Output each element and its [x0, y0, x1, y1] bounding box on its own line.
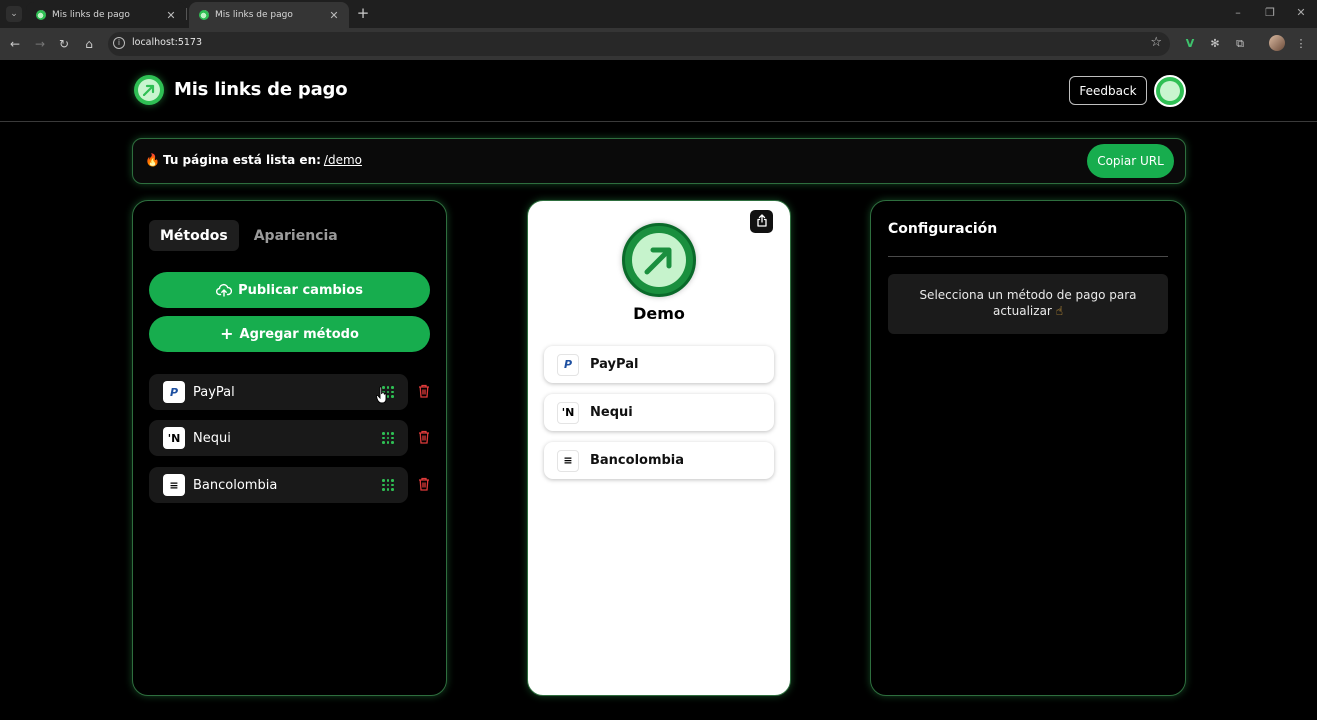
method-item-paypal[interactable]: P PayPal	[149, 374, 408, 410]
config-empty-state: Selecciona un método de pago para actual…	[888, 274, 1168, 334]
trash-icon[interactable]	[417, 477, 431, 493]
browser-tab-1[interactable]: Mis links de pago ✕	[26, 2, 186, 28]
address-bar[interactable]: i localhost:5173 ☆	[108, 32, 1170, 56]
new-tab-button[interactable]: +	[355, 5, 371, 21]
browser-tab-strip: ⌄ Mis links de pago ✕ Mis links de pago …	[0, 0, 1317, 28]
site-info-icon[interactable]: i	[113, 37, 125, 49]
trash-icon[interactable]	[417, 384, 431, 400]
arrow-icon	[143, 84, 155, 96]
hand-cursor-icon	[376, 386, 387, 404]
gear-extension-icon[interactable]: ✻	[1207, 36, 1223, 52]
restore-icon[interactable]: ❐	[1262, 6, 1278, 19]
bancolombia-icon: ≡	[557, 449, 579, 472]
tab-close-icon[interactable]: ✕	[164, 9, 178, 22]
panel-tabs: Métodos Apariencia	[149, 220, 349, 251]
config-panel: Configuración Selecciona un método de pa…	[870, 200, 1186, 696]
method-label: Bancolombia	[193, 477, 278, 493]
preview-method-paypal[interactable]: P PayPal	[544, 346, 774, 383]
kebab-menu-icon[interactable]: ⋮	[1293, 36, 1309, 52]
tab-close-icon[interactable]: ✕	[327, 9, 341, 22]
preview-method-bancolombia[interactable]: ≡ Bancolombia	[544, 442, 774, 479]
tab-title: Mis links de pago	[52, 10, 130, 20]
method-item-nequi[interactable]: 'N Nequi	[149, 420, 408, 456]
user-avatar[interactable]	[1154, 75, 1186, 107]
profile-preview: Demo P PayPal 'N Nequi ≡ Bancolombia	[527, 200, 791, 696]
preview-method-label: Bancolombia	[590, 453, 685, 468]
reload-icon[interactable]: ↻	[55, 35, 73, 53]
browser-tab-2[interactable]: Mis links de pago ✕	[189, 2, 349, 28]
add-method-button[interactable]: + Agregar método	[149, 316, 430, 352]
publish-label: Publicar cambios	[238, 282, 363, 298]
preview-method-label: PayPal	[590, 357, 639, 372]
divider	[888, 256, 1168, 257]
page-link[interactable]: /demo	[324, 153, 362, 167]
tab-metodos[interactable]: Métodos	[149, 220, 239, 251]
page-ready-banner: 🔥 Tu página está lista en:/demo Copiar UR…	[132, 138, 1186, 184]
tab-favicon	[199, 10, 209, 20]
profile-avatar	[622, 223, 696, 297]
app-title: Mis links de pago	[174, 79, 348, 100]
minimize-icon[interactable]: –	[1230, 6, 1246, 19]
plus-icon: +	[220, 324, 234, 343]
methods-panel: Métodos Apariencia Publicar cambios + Ag…	[132, 200, 447, 696]
banner-message: 🔥 Tu página está lista en:/demo	[145, 153, 362, 167]
nequi-icon: 'N	[163, 427, 185, 449]
method-label: PayPal	[193, 384, 235, 400]
tab-title: Mis links de pago	[215, 10, 293, 20]
config-message: Selecciona un método de pago para actual…	[919, 288, 1137, 318]
share-icon	[756, 213, 767, 227]
close-window-icon[interactable]: ✕	[1293, 6, 1309, 19]
app-logo	[134, 75, 164, 105]
url-text: localhost:5173	[132, 37, 203, 48]
browser-toolbar: ← → ↻ ⌂ i localhost:5173 ☆ V ✻ ⧉ ⋮	[0, 28, 1317, 60]
arrow-icon	[644, 247, 672, 275]
tab-divider	[186, 8, 187, 20]
tab-apariencia[interactable]: Apariencia	[243, 220, 349, 251]
paypal-icon: P	[557, 353, 579, 376]
nequi-icon: 'N	[557, 401, 579, 424]
preview-method-nequi[interactable]: 'N Nequi	[544, 394, 774, 431]
preview-method-label: Nequi	[590, 405, 633, 420]
drag-handle-icon[interactable]	[382, 432, 394, 444]
add-method-label: Agregar método	[239, 326, 359, 342]
profile-name: Demo	[633, 304, 685, 323]
app-header: Mis links de pago Feedback	[0, 60, 1317, 122]
feedback-button[interactable]: Feedback	[1069, 76, 1147, 105]
pointing-hand-icon: ☝	[1055, 304, 1063, 318]
fire-icon: 🔥	[145, 153, 160, 167]
copy-url-button[interactable]: Copiar URL	[1087, 144, 1174, 178]
tab-favicon	[36, 10, 46, 20]
tab-search-button[interactable]: ⌄	[6, 6, 22, 22]
forward-icon[interactable]: →	[31, 35, 49, 53]
bancolombia-icon: ≡	[163, 474, 185, 496]
browser-profile-avatar[interactable]	[1269, 35, 1285, 51]
method-item-bancolombia[interactable]: ≡ Bancolombia	[149, 467, 408, 503]
config-title: Configuración	[888, 221, 998, 237]
publish-changes-button[interactable]: Publicar cambios	[149, 272, 430, 308]
method-label: Nequi	[193, 430, 231, 446]
share-button[interactable]	[750, 210, 773, 233]
home-icon[interactable]: ⌂	[80, 35, 98, 53]
paypal-icon: P	[163, 381, 185, 403]
banner-label: Tu página está lista en:	[162, 153, 321, 167]
v-extension-icon[interactable]: V	[1182, 36, 1198, 52]
extensions-puzzle-icon[interactable]: ⧉	[1232, 36, 1248, 52]
drag-handle-icon[interactable]	[382, 479, 394, 491]
cloud-upload-icon	[216, 283, 233, 297]
back-icon[interactable]: ←	[6, 35, 24, 53]
trash-icon[interactable]	[417, 430, 431, 446]
bookmark-star-icon[interactable]: ☆	[1150, 35, 1162, 50]
